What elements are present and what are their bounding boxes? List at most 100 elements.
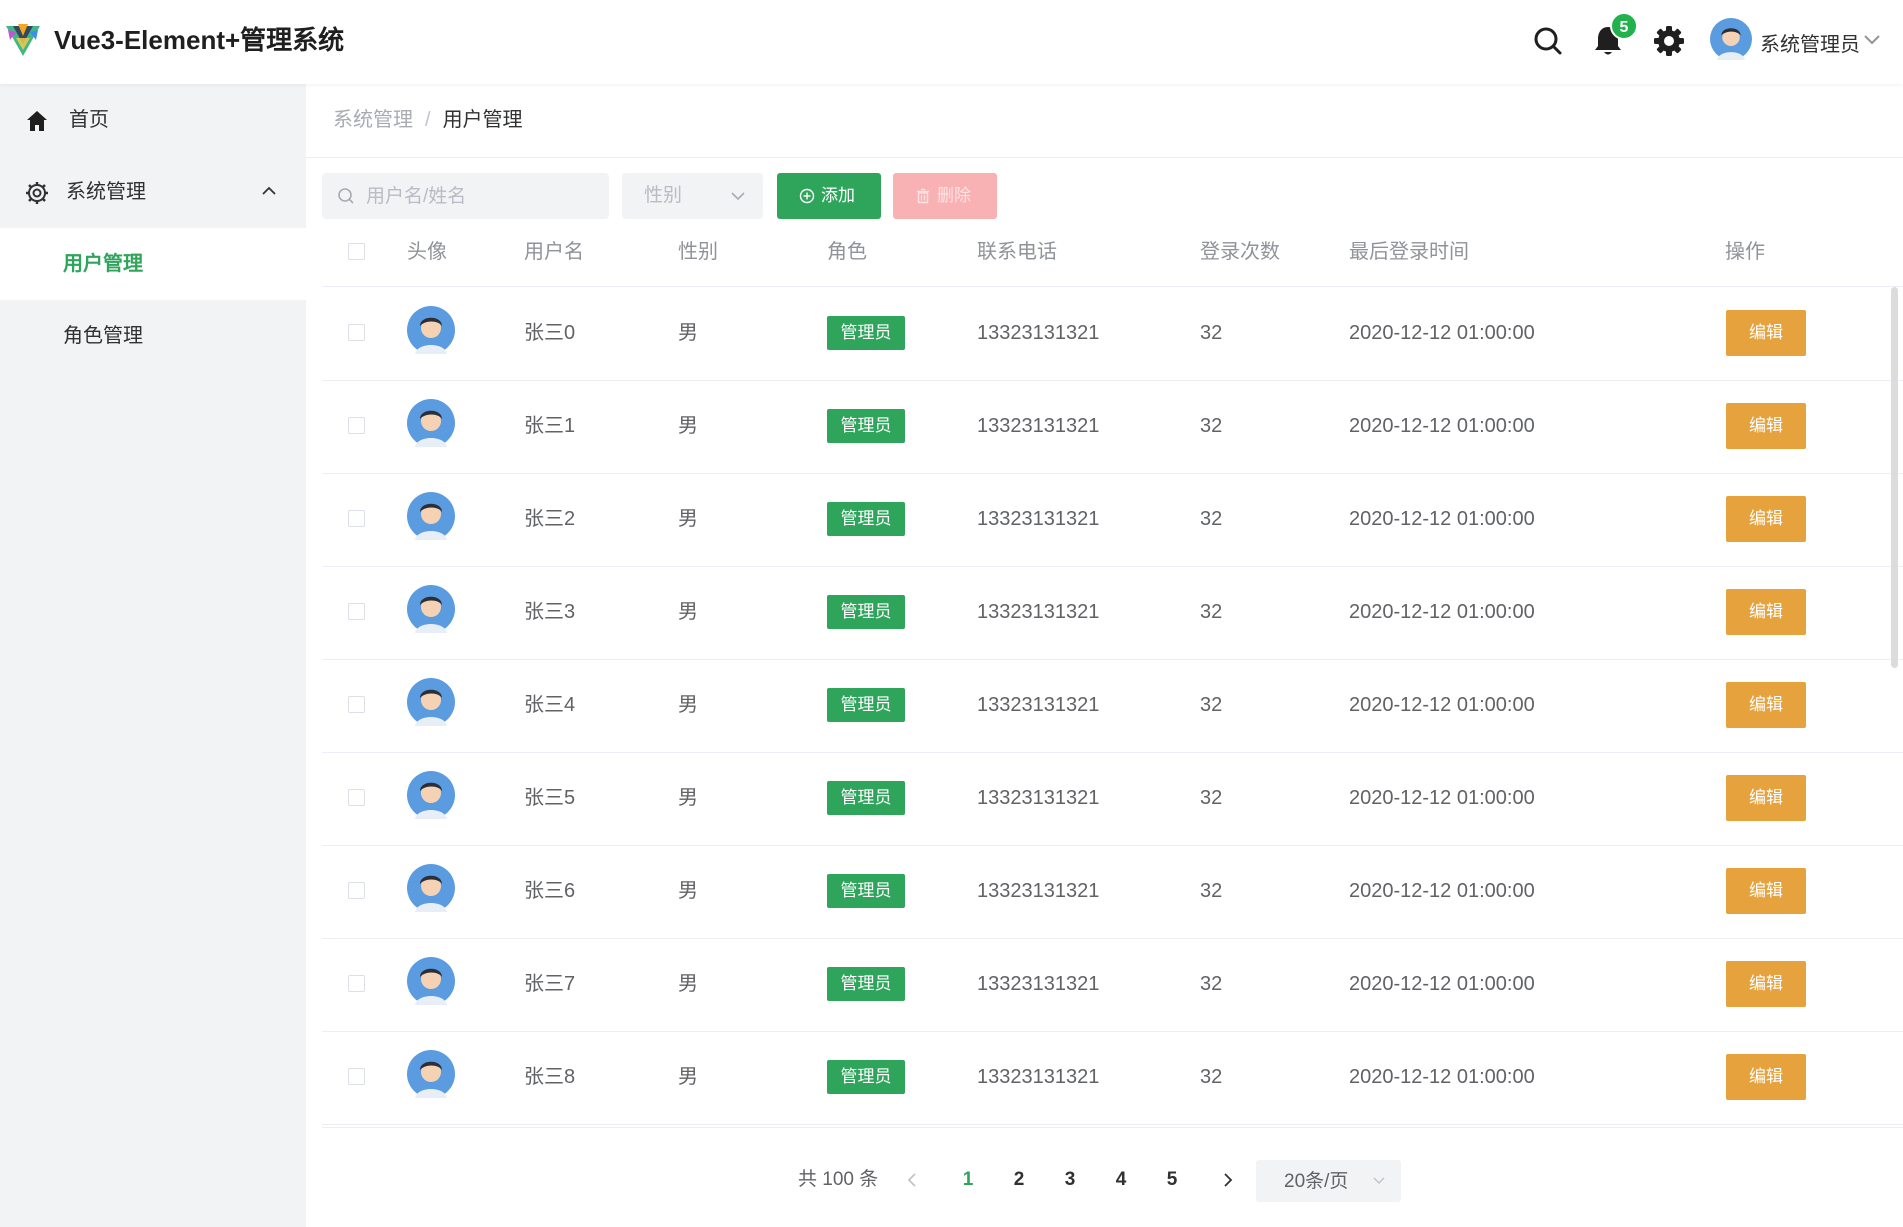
page-2-button[interactable]: 2 (1004, 1166, 1034, 1194)
column-header-login-count: 登录次数 (1200, 241, 1280, 263)
cell-phone: 13323131321 (977, 415, 1100, 437)
sidebar-item-role-management[interactable]: 角色管理 (0, 300, 306, 372)
gear-icon[interactable] (1652, 24, 1686, 58)
cell-last-login: 2020-12-12 01:00:00 (1349, 508, 1535, 530)
cell-login-count: 32 (1200, 973, 1223, 995)
cell-phone: 13323131321 (977, 694, 1100, 716)
delete-button-label: 删除 (937, 186, 971, 205)
row-checkbox[interactable] (348, 1068, 365, 1085)
cell-last-login: 2020-12-12 01:00:00 (1349, 787, 1535, 809)
app-logo[interactable] (4, 22, 42, 58)
cell-gender: 男 (678, 973, 698, 995)
table-row: 张三7 男 管理员 13323131321 32 2020-12-12 01:00:00 编… (322, 938, 1903, 1032)
breadcrumb: 系统管理 / 用户管理 (333, 106, 523, 134)
cell-login-count: 32 (1200, 694, 1223, 716)
row-checkbox[interactable] (348, 510, 365, 527)
role-tag: 管理员 (827, 688, 905, 722)
divider (322, 1127, 1903, 1128)
chevron-up-icon (262, 186, 276, 195)
column-header-phone: 联系电话 (977, 241, 1057, 263)
page-3-button[interactable]: 3 (1055, 1166, 1085, 1194)
cell-gender: 男 (678, 880, 698, 902)
edit-button[interactable]: 编辑 (1726, 1054, 1806, 1100)
avatar (407, 957, 455, 1005)
cell-username: 张三0 (524, 322, 576, 344)
cell-last-login: 2020-12-12 01:00:00 (1349, 601, 1535, 623)
role-tag: 管理员 (827, 502, 905, 536)
cell-phone: 13323131321 (977, 1066, 1100, 1088)
trash-icon (917, 188, 929, 204)
cell-last-login: 2020-12-12 01:00:00 (1349, 880, 1535, 902)
edit-button[interactable]: 编辑 (1726, 496, 1806, 542)
avatar (407, 585, 455, 633)
page-5-button[interactable]: 5 (1157, 1166, 1187, 1194)
search-icon[interactable] (1531, 24, 1565, 58)
row-checkbox[interactable] (348, 603, 365, 620)
cell-phone: 13323131321 (977, 601, 1100, 623)
sidebar-item-home[interactable]: 首页 (0, 84, 306, 156)
cell-username: 张三3 (524, 601, 576, 623)
sidebar-item-user-management[interactable]: 用户管理 (0, 228, 306, 300)
edit-button[interactable]: 编辑 (1726, 775, 1806, 821)
row-checkbox[interactable] (348, 417, 365, 434)
cell-gender: 男 (678, 1066, 698, 1088)
breadcrumb-parent[interactable]: 系统管理 (333, 109, 413, 131)
column-header-avatar: 头像 (407, 241, 447, 263)
select-all-checkbox[interactable] (348, 243, 365, 260)
row-checkbox[interactable] (348, 789, 365, 806)
row-checkbox[interactable] (348, 882, 365, 899)
page-1-button[interactable]: 1 (953, 1166, 983, 1194)
edit-button[interactable]: 编辑 (1726, 868, 1806, 914)
column-header-actions: 操作 (1725, 241, 1765, 263)
edit-button[interactable]: 编辑 (1726, 589, 1806, 635)
top-header: Vue3-Element+管理系统 5 系统管理员 (0, 0, 1903, 84)
cell-login-count: 32 (1200, 322, 1223, 344)
delete-button[interactable]: 删除 (893, 173, 997, 219)
sidebar-item-label: 角色管理 (63, 325, 143, 347)
column-header-last-login: 最后登录时间 (1349, 241, 1469, 263)
edit-button[interactable]: 编辑 (1726, 403, 1806, 449)
row-checkbox[interactable] (348, 696, 365, 713)
prev-page-icon[interactable] (904, 1171, 920, 1189)
page-size-select[interactable]: 20条/页 (1256, 1160, 1401, 1202)
gender-select-placeholder: 性别 (644, 185, 683, 206)
chevron-down-icon[interactable] (1863, 32, 1881, 46)
edit-button[interactable]: 编辑 (1726, 961, 1806, 1007)
search-input[interactable] (364, 173, 598, 221)
table-row: 张三0 男 管理员 13323131321 32 2020-12-12 01:00:00 编… (322, 287, 1903, 381)
chevron-down-icon (731, 192, 745, 201)
sidebar: 首页 系统管理 用户管理 角色管理 (0, 84, 306, 1227)
add-button[interactable]: 添加 (777, 173, 881, 219)
cell-login-count: 32 (1200, 415, 1223, 437)
cell-username: 张三6 (524, 880, 576, 902)
sidebar-item-label: 系统管理 (66, 181, 146, 203)
row-checkbox[interactable] (348, 975, 365, 992)
role-tag: 管理员 (827, 409, 905, 443)
edit-button[interactable]: 编辑 (1726, 682, 1806, 728)
user-name[interactable]: 系统管理员 (1760, 28, 1860, 57)
avatar (407, 492, 455, 540)
gender-select[interactable]: 性别 (622, 173, 763, 219)
table-row: 张三8 男 管理员 13323131321 32 2020-12-12 01:00:00 编… (322, 1031, 1903, 1125)
gear-icon (26, 182, 48, 204)
cell-gender: 男 (678, 415, 698, 437)
search-field[interactable] (322, 173, 609, 221)
table-scrollbar[interactable] (1891, 287, 1898, 668)
cell-username: 张三5 (524, 787, 576, 809)
sidebar-item-system[interactable]: 系统管理 (0, 156, 306, 228)
cell-phone: 13323131321 (977, 973, 1100, 995)
row-checkbox[interactable] (348, 324, 365, 341)
table-row: 张三3 男 管理员 13323131321 32 2020-12-12 01:00:00 编… (322, 566, 1903, 660)
role-tag: 管理员 (827, 781, 905, 815)
home-icon (27, 111, 47, 131)
role-tag: 管理员 (827, 595, 905, 629)
next-page-icon[interactable] (1220, 1171, 1236, 1189)
cell-login-count: 32 (1200, 508, 1223, 530)
column-header-role: 角色 (827, 241, 867, 263)
table-row: 张三2 男 管理员 13323131321 32 2020-12-12 01:00:00 编… (322, 473, 1903, 567)
edit-button[interactable]: 编辑 (1726, 310, 1806, 356)
role-tag: 管理员 (827, 1060, 905, 1094)
avatar (407, 399, 455, 447)
page-4-button[interactable]: 4 (1106, 1166, 1136, 1194)
avatar[interactable] (1710, 18, 1752, 60)
